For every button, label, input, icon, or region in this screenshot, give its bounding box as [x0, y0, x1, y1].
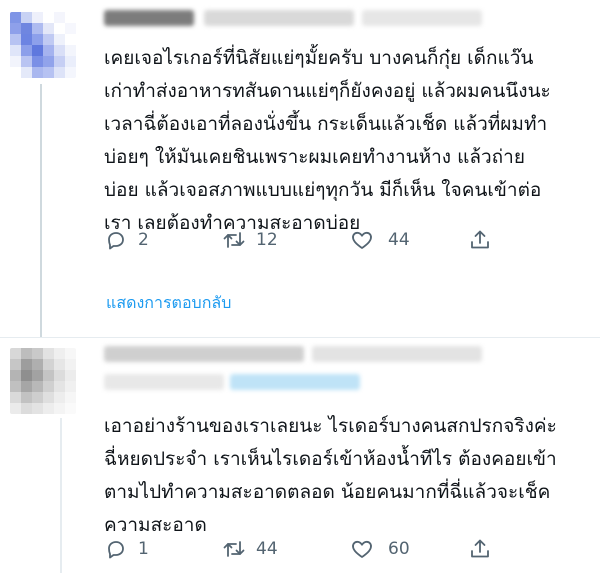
heart-icon: [352, 231, 372, 249]
tweet-1[interactable]: เคยเจอไรเกอร์ที่นิสัยแย่ๆมั้ยครับ บางคนก…: [0, 0, 600, 338]
thread-line: [40, 84, 42, 338]
retweet-icon: [223, 541, 245, 557]
show-replies-link[interactable]: แสดงการตอบกลับ: [106, 291, 231, 316]
heart-icon: [352, 540, 372, 558]
share-button[interactable]: [468, 225, 492, 255]
avatar[interactable]: [10, 12, 76, 78]
retweet-button[interactable]: 12: [222, 225, 278, 255]
retweet-icon: [223, 232, 245, 248]
reply-button[interactable]: 2: [104, 225, 149, 255]
reply-icon: [108, 541, 124, 559]
like-count: 60: [388, 539, 410, 559]
timestamp[interactable]: [104, 374, 224, 390]
thread-line: [60, 418, 62, 573]
username: [204, 10, 354, 26]
share-button[interactable]: [468, 534, 492, 564]
like-button[interactable]: 44: [350, 225, 410, 255]
reply-count: 1: [138, 539, 149, 559]
share-icon: [471, 230, 489, 249]
tweet-text: เคยเจอไรเกอร์ที่นิสัยแย่ๆมั้ยครับ บางคนก…: [104, 47, 551, 234]
like-count: 44: [388, 230, 410, 250]
reply-count: 2: [138, 230, 149, 250]
tweet-text: เอาอย่างร้านของเราเลยนะ ไรเดอร์บางคนสกปร…: [104, 415, 557, 536]
username: [312, 346, 482, 362]
display-name[interactable]: [104, 10, 194, 26]
retweet-button[interactable]: 44: [222, 534, 278, 564]
share-icon: [471, 539, 489, 558]
reply-button[interactable]: 1: [104, 534, 149, 564]
retweet-count: 12: [256, 230, 278, 250]
like-button[interactable]: 60: [350, 534, 410, 564]
tweet-2[interactable]: เอาอย่างร้านของเราเลยนะ ไรเดอร์บางคนสกปร…: [0, 338, 600, 573]
display-name[interactable]: [104, 346, 304, 362]
reply-context[interactable]: [230, 374, 360, 390]
action-bar: 1 44 60: [104, 534, 504, 564]
retweet-count: 44: [256, 539, 278, 559]
action-bar: 2 12 44: [104, 225, 504, 255]
avatar[interactable]: [10, 348, 76, 414]
reply-icon: [108, 232, 124, 250]
timestamp[interactable]: [362, 10, 482, 26]
